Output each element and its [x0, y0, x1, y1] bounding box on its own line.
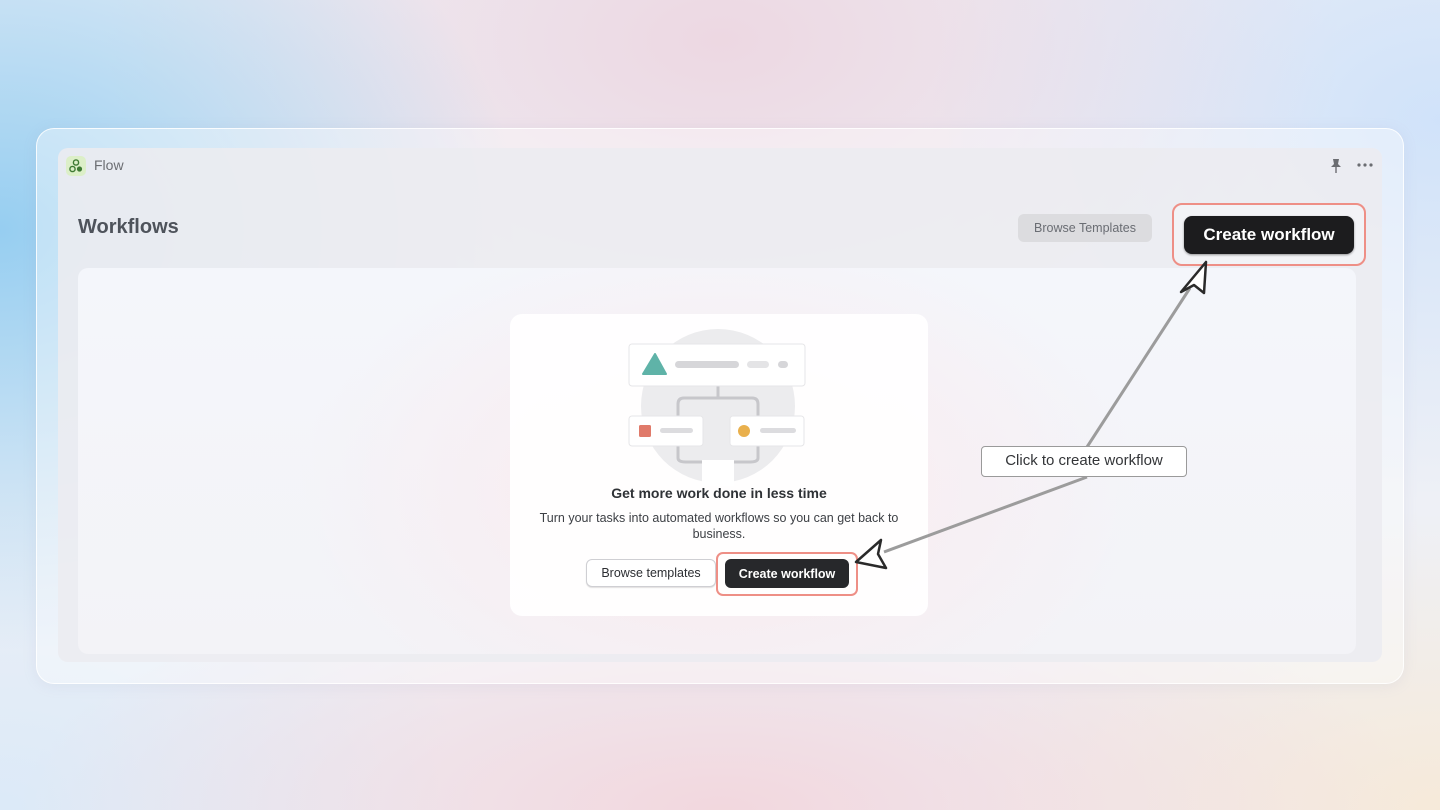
title-bar: Flow — [58, 148, 1382, 184]
flow-logo-icon — [66, 156, 86, 176]
more-horizontal-icon[interactable] — [1354, 156, 1376, 174]
empty-state-description: Turn your tasks into automated workflows… — [539, 511, 899, 541]
workflow-illustration — [628, 329, 806, 486]
circle-icon — [738, 425, 750, 437]
create-workflow-secondary-button[interactable]: Create workflow — [725, 559, 849, 588]
callout-label: Click to create workflow — [981, 446, 1187, 477]
browse-templates-button[interactable]: Browse Templates — [1018, 214, 1152, 242]
app-name: Flow — [94, 157, 124, 173]
browse-templates-secondary-button[interactable]: Browse templates — [586, 559, 716, 587]
create-workflow-button[interactable]: Create workflow — [1184, 216, 1354, 254]
page-title: Workflows — [78, 216, 179, 238]
empty-state-heading: Get more work done in less time — [611, 485, 827, 501]
empty-state-card: Get more work done in less time Turn you… — [510, 314, 928, 616]
square-icon — [639, 425, 651, 437]
pin-icon[interactable] — [1328, 157, 1344, 175]
